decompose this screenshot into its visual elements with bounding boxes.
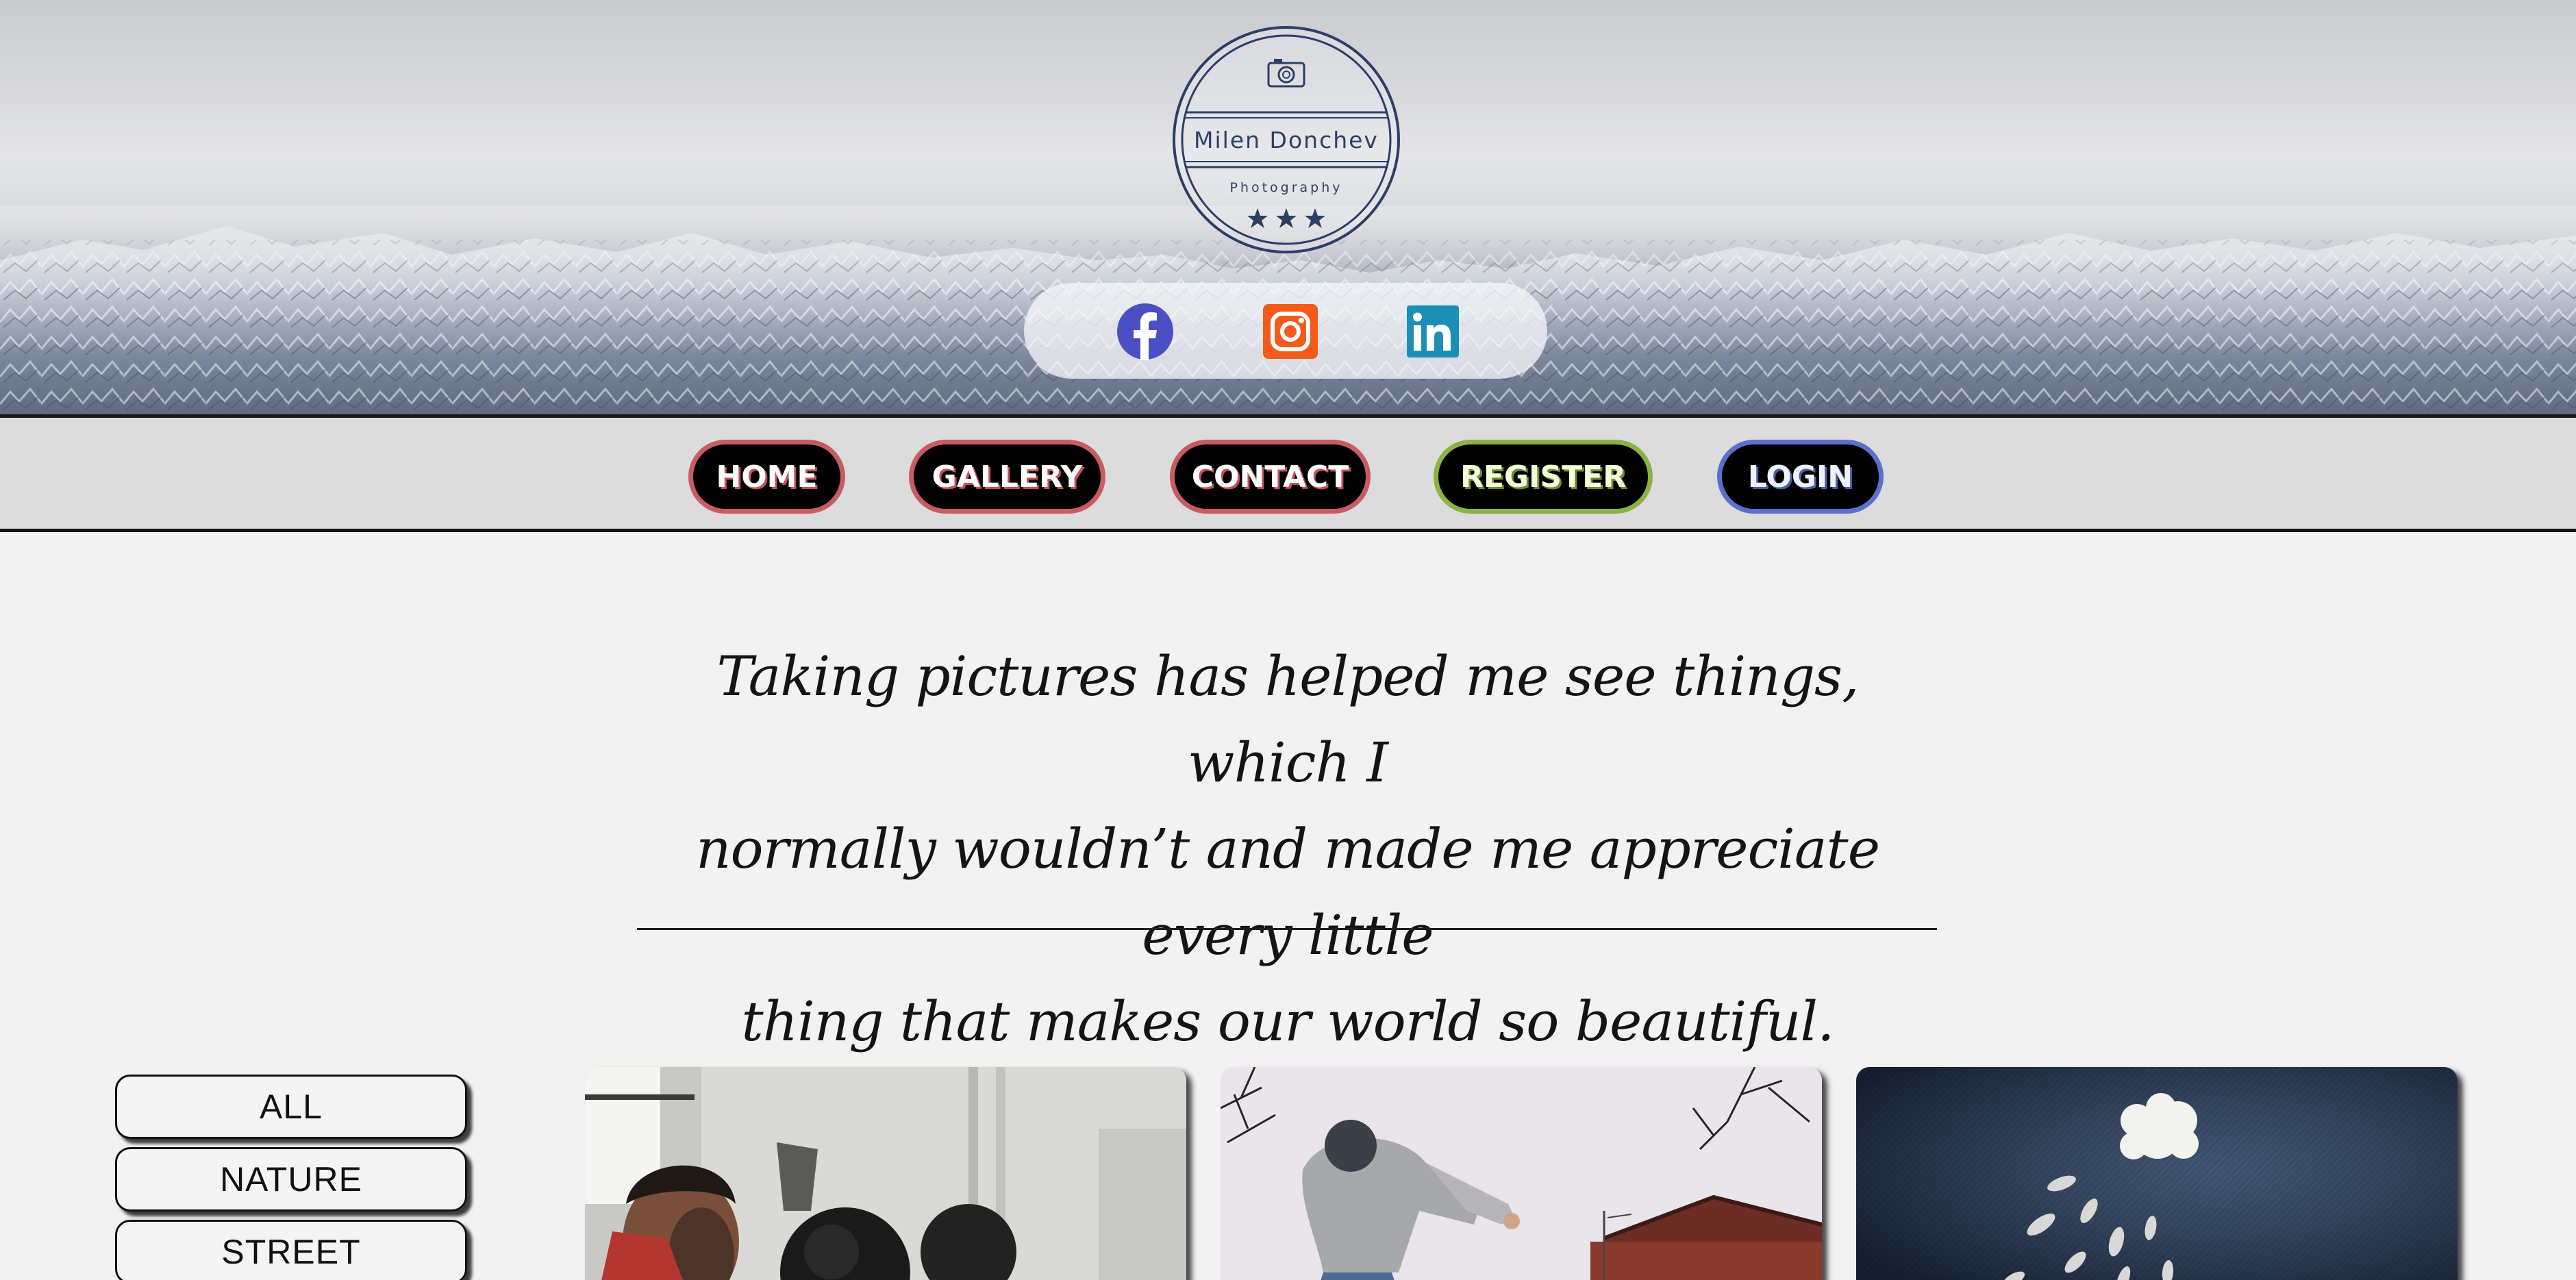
- filter-street-button[interactable]: STREET: [115, 1220, 467, 1280]
- gallery-photo-street-kick[interactable]: [1221, 1067, 1822, 1280]
- linkedin-icon[interactable]: [1404, 303, 1462, 360]
- header-hero: Milen Donchev Photography: [0, 0, 2576, 414]
- nav-gallery-button[interactable]: GALLERY: [909, 440, 1105, 514]
- main-navigation: HOME GALLERY CONTACT REGISTER LOGIN: [0, 414, 2576, 532]
- intro-quote: Taking pictures has helped me see things…: [637, 633, 1938, 1065]
- gallery-photo-flower[interactable]: [1856, 1067, 2458, 1280]
- divider: [637, 928, 1937, 930]
- gallery-photo-boxing[interactable]: [585, 1067, 1186, 1280]
- quote-line-1: Taking pictures has helped me see things…: [716, 644, 1859, 794]
- nav-login-button[interactable]: LOGIN: [1717, 440, 1884, 514]
- filter-all-button[interactable]: ALL: [115, 1075, 467, 1139]
- brand-logo[interactable]: Milen Donchev Photography: [1171, 25, 1401, 255]
- instagram-icon[interactable]: [1262, 303, 1319, 360]
- nav-contact-button[interactable]: CONTACT: [1170, 440, 1371, 514]
- logo-subtitle: Photography: [1229, 180, 1342, 195]
- filter-nature-button[interactable]: NATURE: [115, 1147, 467, 1212]
- logo-name: Milen Donchev: [1194, 127, 1379, 153]
- facebook-icon[interactable]: [1116, 303, 1174, 360]
- nav-home-button[interactable]: HOME: [688, 440, 845, 514]
- quote-line-2: normally wouldn’t and made me appreciate…: [695, 817, 1880, 967]
- quote-line-3: thing that makes our world so beautiful.: [741, 990, 1835, 1053]
- nav-register-button[interactable]: REGISTER: [1434, 440, 1653, 514]
